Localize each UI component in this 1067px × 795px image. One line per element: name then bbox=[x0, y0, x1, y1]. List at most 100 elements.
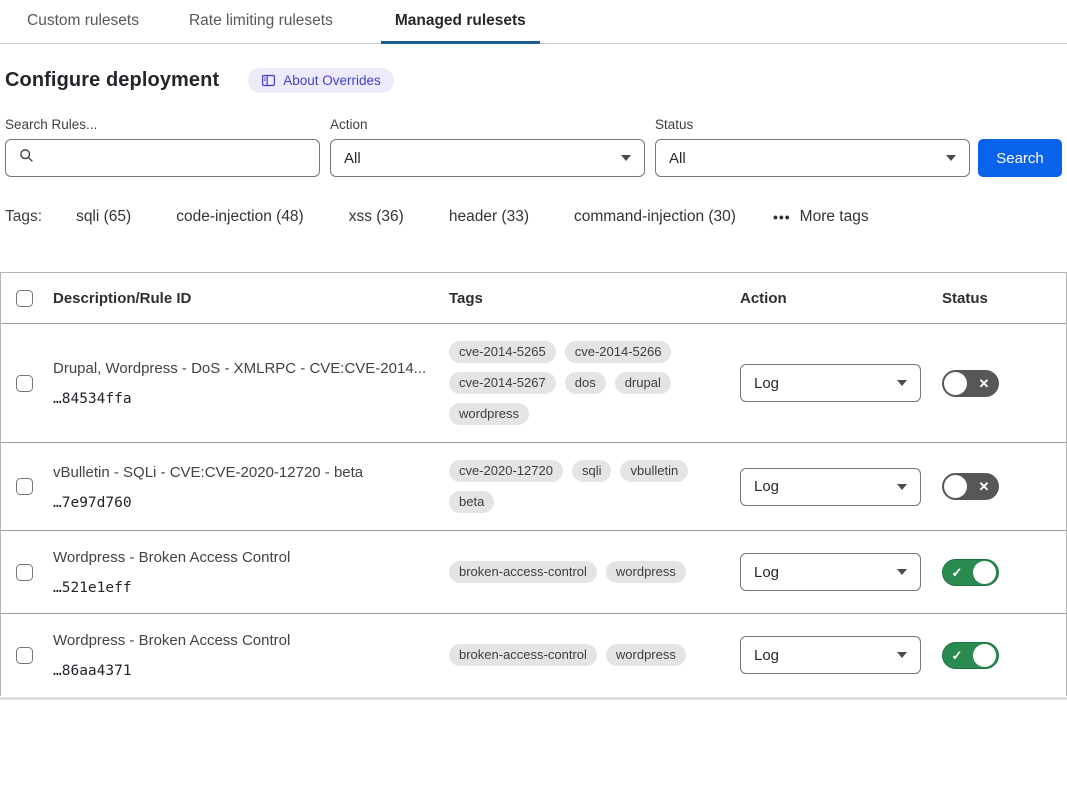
more-tags-button[interactable]: ••• More tags bbox=[773, 208, 869, 226]
tag-pill: sqli bbox=[572, 460, 612, 482]
chevron-down-icon bbox=[897, 652, 907, 658]
tag-pill: wordpress bbox=[606, 644, 686, 666]
tag-pill: vbulletin bbox=[620, 460, 688, 482]
table-row: Wordpress - Broken Access Control …521e1… bbox=[1, 530, 1066, 613]
more-tags-label: More tags bbox=[800, 208, 869, 226]
x-icon: ✕ bbox=[969, 377, 999, 390]
check-icon: ✓ bbox=[943, 649, 971, 662]
column-tags: Tags bbox=[449, 290, 740, 307]
search-button[interactable]: Search bbox=[978, 139, 1062, 177]
search-label: Search Rules... bbox=[5, 117, 320, 132]
status-toggle[interactable]: ✕ bbox=[942, 473, 999, 500]
rule-tags: cve-2020-12720 sqli vbulletin beta bbox=[449, 460, 740, 522]
column-action: Action bbox=[740, 290, 942, 307]
toggle-knob bbox=[944, 372, 967, 395]
tag-pill: drupal bbox=[615, 372, 671, 394]
toggle-knob bbox=[944, 475, 967, 498]
tag-pill: dos bbox=[565, 372, 606, 394]
tab-rate-limiting-rulesets[interactable]: Rate limiting rulesets bbox=[187, 0, 335, 44]
rule-tags: broken-access-control wordpress bbox=[449, 644, 740, 675]
rule-id: …86aa4371 bbox=[53, 663, 429, 679]
tab-managed-rulesets[interactable]: Managed rulesets bbox=[381, 0, 540, 44]
action-select-value: Log bbox=[754, 564, 779, 581]
chevron-down-icon bbox=[946, 155, 956, 161]
tag-filter-xss[interactable]: xss (36) bbox=[349, 208, 404, 226]
rule-description: vBulletin - SQLi - CVE:CVE-2020-12720 - … bbox=[53, 463, 429, 482]
status-filter-select[interactable]: All bbox=[655, 139, 970, 177]
table-row: Drupal, Wordpress - DoS - XMLRPC - CVE:C… bbox=[1, 323, 1066, 442]
tag-pill: cve-2014-5265 bbox=[449, 341, 556, 363]
tag-pill: wordpress bbox=[606, 561, 686, 583]
tag-pill: wordpress bbox=[449, 403, 529, 425]
about-overrides-badge[interactable]: About Overrides bbox=[248, 68, 394, 93]
about-overrides-label: About Overrides bbox=[283, 73, 381, 88]
tag-pill: broken-access-control bbox=[449, 561, 597, 583]
action-select[interactable]: Log bbox=[740, 636, 921, 674]
rule-tags: cve-2014-5265 cve-2014-5266 cve-2014-5267 d… bbox=[449, 341, 740, 434]
action-select-value: Log bbox=[754, 647, 779, 664]
x-icon: ✕ bbox=[969, 480, 999, 493]
book-icon bbox=[261, 73, 276, 88]
action-select-value: Log bbox=[754, 478, 779, 495]
search-input-wrap bbox=[5, 139, 320, 177]
chevron-down-icon bbox=[897, 569, 907, 575]
action-select-value: Log bbox=[754, 375, 779, 392]
toggle-knob bbox=[973, 644, 996, 667]
rules-table: Description/Rule ID Tags Action Status D… bbox=[0, 272, 1067, 696]
action-select[interactable]: Log bbox=[740, 468, 921, 506]
tag-filter-sqli[interactable]: sqli (65) bbox=[76, 208, 131, 226]
select-all-checkbox[interactable] bbox=[16, 290, 33, 307]
page-title: Configure deployment bbox=[5, 69, 219, 92]
action-select[interactable]: Log bbox=[740, 553, 921, 591]
search-icon bbox=[19, 148, 34, 168]
row-checkbox[interactable] bbox=[16, 647, 33, 664]
ellipsis-icon: ••• bbox=[773, 209, 791, 225]
action-filter-select[interactable]: All bbox=[330, 139, 645, 177]
action-select[interactable]: Log bbox=[740, 364, 921, 402]
action-label: Action bbox=[330, 117, 645, 132]
action-field: Action All bbox=[330, 117, 645, 177]
tag-filter-command-injection[interactable]: command-injection (30) bbox=[574, 208, 736, 226]
status-toggle[interactable]: ✕ bbox=[942, 370, 999, 397]
column-status: Status bbox=[942, 290, 1066, 307]
tag-pill: cve-2014-5266 bbox=[565, 341, 672, 363]
tag-pill: cve-2020-12720 bbox=[449, 460, 563, 482]
rule-id: …84534ffa bbox=[53, 391, 429, 407]
check-icon: ✓ bbox=[943, 566, 971, 579]
status-filter-value: All bbox=[669, 150, 686, 167]
table-row: vBulletin - SQLi - CVE:CVE-2020-12720 - … bbox=[1, 442, 1066, 530]
tags-bar-label: Tags: bbox=[5, 208, 42, 226]
status-toggle[interactable]: ✓ bbox=[942, 559, 999, 586]
rule-tags: broken-access-control wordpress bbox=[449, 561, 740, 592]
search-field: Search Rules... bbox=[5, 117, 320, 177]
tag-filter-header[interactable]: header (33) bbox=[449, 208, 529, 226]
rule-description: Wordpress - Broken Access Control bbox=[53, 631, 429, 650]
rule-description: Drupal, Wordpress - DoS - XMLRPC - CVE:C… bbox=[53, 359, 429, 378]
page-header: Configure deployment About Overrides bbox=[5, 68, 1067, 93]
tag-pill: broken-access-control bbox=[449, 644, 597, 666]
status-field: Status All bbox=[655, 117, 970, 177]
ruleset-tabs: Custom rulesets Rate limiting rulesets M… bbox=[0, 0, 1067, 44]
chevron-down-icon bbox=[897, 380, 907, 386]
tag-pill: cve-2014-5267 bbox=[449, 372, 556, 394]
table-header-row: Description/Rule ID Tags Action Status bbox=[1, 273, 1066, 323]
toggle-knob bbox=[973, 561, 996, 584]
status-toggle[interactable]: ✓ bbox=[942, 642, 999, 669]
rule-id: …7e97d760 bbox=[53, 495, 429, 511]
column-description: Description/Rule ID bbox=[53, 290, 449, 307]
tag-filter-code-injection[interactable]: code-injection (48) bbox=[176, 208, 304, 226]
row-checkbox[interactable] bbox=[16, 375, 33, 392]
row-checkbox[interactable] bbox=[16, 564, 33, 581]
chevron-down-icon bbox=[621, 155, 631, 161]
search-input[interactable] bbox=[43, 150, 309, 167]
tab-custom-rulesets[interactable]: Custom rulesets bbox=[25, 0, 141, 44]
tag-pill: beta bbox=[449, 491, 494, 513]
row-checkbox[interactable] bbox=[16, 478, 33, 495]
chevron-down-icon bbox=[897, 484, 907, 490]
action-filter-value: All bbox=[344, 150, 361, 167]
next-row-edge bbox=[0, 697, 1067, 700]
tags-bar: Tags: sqli (65) code-injection (48) xss … bbox=[5, 208, 1067, 226]
table-body: Drupal, Wordpress - DoS - XMLRPC - CVE:C… bbox=[1, 323, 1066, 696]
status-label: Status bbox=[655, 117, 970, 132]
rule-description: Wordpress - Broken Access Control bbox=[53, 548, 429, 567]
